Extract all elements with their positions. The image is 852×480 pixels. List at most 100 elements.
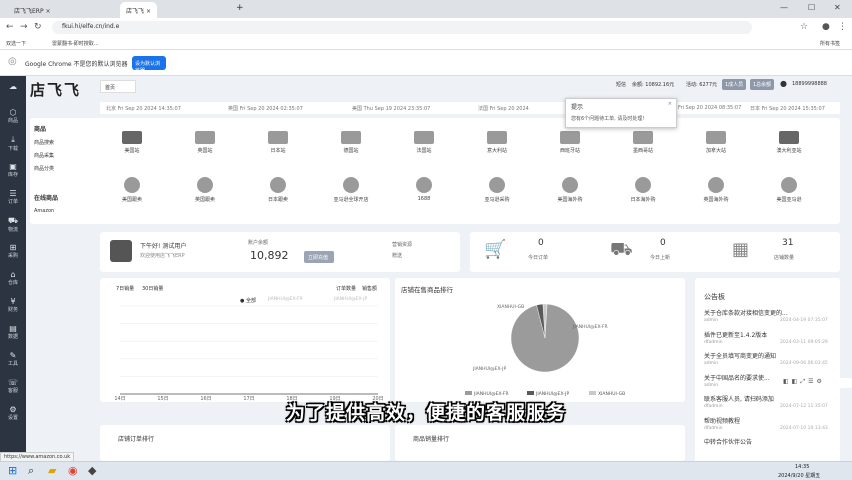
close-window-icon[interactable]: ✕ <box>834 3 841 12</box>
pie-label: XIANHUI-GB <box>497 304 524 310</box>
file-explorer-icon[interactable]: ▰ <box>48 464 56 477</box>
sidebar-item-tools[interactable]: ✎ 工具 <box>0 351 26 367</box>
sidebar-item-label: 下载 <box>7 146 18 152</box>
store-count-label: 店铺数量 <box>774 255 795 261</box>
amazon-store-item[interactable]: Amazon <box>34 208 54 214</box>
maximize-icon[interactable]: ☐ <box>808 3 815 12</box>
site-item[interactable]: 美国跟卖 <box>105 177 159 203</box>
site-item[interactable]: 日本站 <box>251 131 305 154</box>
sidebar-item-goods[interactable]: ⬡ 商品 <box>0 108 26 124</box>
tray-date[interactable]: 2024/9/20 星期五 <box>778 472 820 479</box>
sidebar-logo[interactable]: ☁ <box>0 82 26 91</box>
site-item[interactable]: 德国站 <box>324 131 378 154</box>
avatar[interactable]: ● <box>780 79 787 88</box>
close-icon[interactable]: × <box>46 8 51 15</box>
forward-icon[interactable]: → <box>20 22 28 32</box>
close-icon[interactable]: × <box>668 101 672 107</box>
notice-item[interactable]: 插件已更新至1.4.2版本 <box>704 330 767 339</box>
back-icon[interactable]: ← <box>6 22 14 32</box>
notice-item[interactable]: 中转合作伙伴公告 <box>704 437 752 446</box>
site-item[interactable]: 墨西哥站 <box>616 131 670 154</box>
legend-swatch[interactable] <box>465 391 472 395</box>
member-button[interactable]: 1成人员 <box>722 79 747 90</box>
site-item[interactable]: 英国海外购 <box>689 177 743 203</box>
notice-title: 公告板 <box>704 293 725 301</box>
notice-item[interactable]: 关于中国品名的要求使... <box>704 373 770 382</box>
browser-tab-erp[interactable]: 店飞飞ERP × <box>8 2 57 18</box>
flag-icon <box>560 131 580 144</box>
toast-body: 您有6个问题待工单, 请及时处理! <box>571 116 645 122</box>
legend-swatch[interactable] <box>589 391 596 395</box>
set-default-button[interactable]: 设为默认浏览器 <box>132 56 166 74</box>
sidebar-item-warehouse[interactable]: ⌂ 仓库 <box>0 270 26 286</box>
user-phone[interactable]: 18899998888 <box>792 81 827 87</box>
browser-tab-dianfeifei[interactable]: 店飞飞 × <box>120 2 157 18</box>
site-item[interactable]: 日本跟卖 <box>251 177 305 203</box>
legend-label[interactable]: JIANHUI@EX-FR <box>473 391 509 397</box>
legend-swatch[interactable] <box>527 391 534 395</box>
site-item[interactable]: 日本海外购 <box>616 177 670 203</box>
truck-icon: ⛟ <box>610 239 633 260</box>
browser-tab-strip: 店飞飞ERP × 店飞飞 × + — ☐ ✕ <box>0 0 852 18</box>
flag-icon <box>122 131 142 144</box>
sidebar-item-service[interactable]: ☏ 客服 <box>0 378 26 394</box>
bookmark-star-icon[interactable]: ☆ <box>800 22 808 32</box>
sidebar-item-stock[interactable]: ▣ 库存 <box>0 162 26 178</box>
legend-label[interactable]: XIANHUI-GB <box>598 391 625 397</box>
tab-home[interactable]: 首页 <box>100 80 136 93</box>
windows-start-icon[interactable]: ⊞ <box>8 464 17 477</box>
notice-item[interactable]: 关于全员填写商变更的通知 <box>704 351 776 360</box>
sidebar-item-logistics[interactable]: ⛟ 物流 <box>0 216 26 233</box>
notice-item[interactable]: 关于仓库条款对接相信变更的... <box>704 308 788 317</box>
float-toolbar[interactable]: ◧◧⤢☰⚙ <box>780 378 852 388</box>
close-icon[interactable]: × <box>146 8 151 15</box>
all-bookmarks[interactable]: 所有书签 <box>820 40 840 47</box>
site-item[interactable]: 加拿大站 <box>689 131 743 154</box>
app-logo[interactable]: 店飞飞 <box>30 79 81 100</box>
recharge-button[interactable]: 立即充值 <box>304 251 334 263</box>
sms-label[interactable]: 短信 <box>616 81 626 88</box>
url-input[interactable]: fkui.hi/elfe.cn/ind.e <box>52 21 752 34</box>
menu-kebab-icon[interactable]: ⋮ <box>838 22 847 32</box>
app-taskbar-icon[interactable]: ◆ <box>88 464 96 477</box>
sidebar-item-data[interactable]: ▤ 数据 <box>0 324 26 340</box>
profile-icon[interactable]: ● <box>822 22 830 32</box>
sidebar-item-order[interactable]: ☰ 订单 <box>0 189 26 205</box>
sidebar-item-purchase[interactable]: ⊞ 采购 <box>0 243 26 259</box>
chrome-taskbar-icon[interactable]: ◉ <box>68 464 78 477</box>
balance-title: 账户余额 <box>248 240 269 246</box>
flag-icon <box>489 177 505 193</box>
site-item[interactable]: 澳大利亚站 <box>762 131 816 154</box>
site-item[interactable]: 美国海外购 <box>543 177 597 203</box>
site-label: 英国跟卖 <box>194 197 215 203</box>
site-item[interactable]: 1688 <box>397 177 451 202</box>
site-item[interactable]: 英国跟卖 <box>178 177 232 203</box>
clock-uk: 英国 Fri Sep 20 2024 02:35:07 <box>228 106 303 112</box>
tray-time[interactable]: 14:35 <box>795 464 809 470</box>
legend-label[interactable]: JIANHUI@EX-JP <box>535 391 570 397</box>
site-item[interactable]: 美国亚马逊 <box>762 177 816 203</box>
notification-toast[interactable]: 提示 您有6个问题待工单, 请及时处理! × <box>565 98 677 128</box>
reload-icon[interactable]: ↻ <box>34 22 42 32</box>
goods-menu-item[interactable]: 商品分类 <box>34 165 54 172</box>
site-item[interactable]: 法国站 <box>397 131 451 154</box>
goods-menu-item[interactable]: 商品搜索 <box>34 139 54 146</box>
sidebar-item-download[interactable]: ⤓ 下载 <box>0 135 26 152</box>
minimize-icon[interactable]: — <box>780 3 788 12</box>
goods-menu-item[interactable]: 商品采集 <box>34 152 54 159</box>
site-item[interactable]: 亚马逊采购 <box>470 177 524 203</box>
flag-icon <box>414 131 434 144</box>
site-item[interactable]: 美国站 <box>105 131 159 154</box>
site-item[interactable]: 英国站 <box>178 131 232 154</box>
new-tab-button[interactable]: + <box>230 2 250 18</box>
site-item[interactable]: 西班牙站 <box>543 131 597 154</box>
site-label: 美国亚马逊 <box>776 197 802 203</box>
site-item[interactable]: 亚马逊全球开店 <box>324 177 378 203</box>
search-icon[interactable]: ⌕ <box>28 464 34 478</box>
site-item[interactable]: 意大利站 <box>470 131 524 154</box>
total-balance-button[interactable]: 1总余额 <box>750 79 775 90</box>
bookmark-item[interactable]: 雷蒙翻书-即时搜取... <box>52 40 99 47</box>
flag-icon <box>633 131 653 144</box>
sidebar-item-finance[interactable]: ¥ 财务 <box>0 297 26 313</box>
bookmark-item[interactable]: 双选一下 <box>6 40 26 47</box>
